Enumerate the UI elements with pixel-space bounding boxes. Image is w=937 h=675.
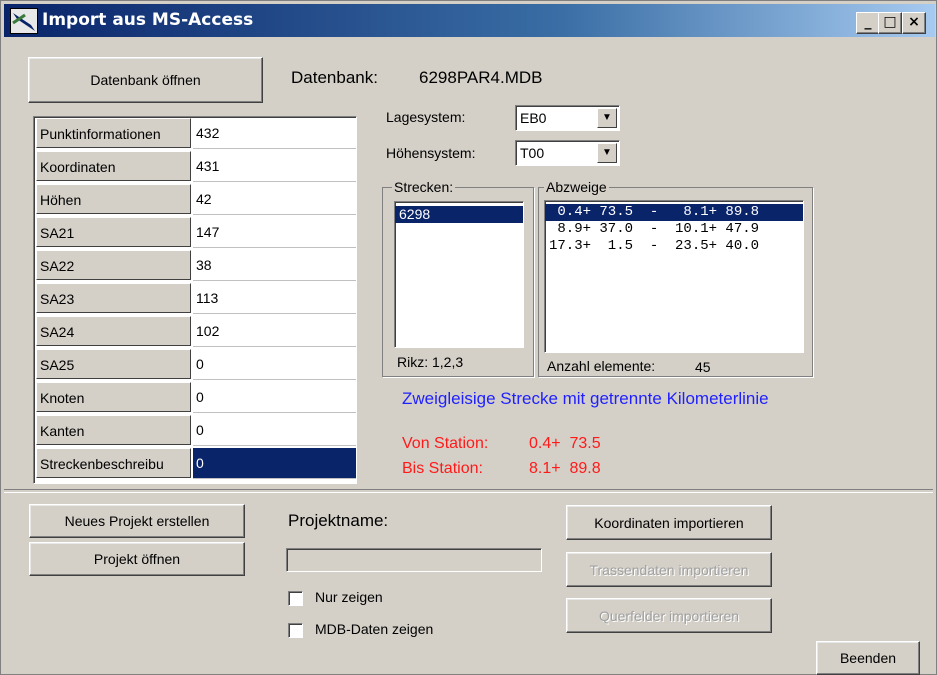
- route-description: Zweigleisige Strecke mit getrennte Kilom…: [402, 389, 769, 408]
- grid-row[interactable]: Punktinformationen 432: [36, 118, 356, 150]
- grid-row-label: SA22: [36, 250, 191, 280]
- only-show-checkbox[interactable]: [288, 591, 303, 606]
- grid-row[interactable]: Kanten 0: [36, 415, 356, 447]
- grid-row[interactable]: SA22 38: [36, 250, 356, 282]
- grid-row-label: Kanten: [36, 415, 191, 445]
- list-item[interactable]: 6298: [395, 206, 523, 223]
- grid-row-value[interactable]: 113: [193, 283, 356, 314]
- grid-row-label: SA21: [36, 217, 191, 247]
- strecken-list[interactable]: 6298: [394, 201, 524, 348]
- quit-button[interactable]: Beenden: [816, 641, 920, 675]
- grid-row[interactable]: Koordinaten 431: [36, 151, 356, 183]
- only-show-label: Nur zeigen: [315, 589, 383, 605]
- element-count-value: 45: [695, 359, 711, 375]
- abzweige-title: Abzweige: [544, 179, 609, 195]
- app-icon: [10, 8, 38, 34]
- import-crosssections-button[interactable]: Querfelder importieren: [566, 598, 772, 633]
- grid-row-value[interactable]: 432: [193, 118, 356, 149]
- new-project-button[interactable]: Neues Projekt erstellen: [29, 504, 245, 538]
- hoehensystem-select[interactable]: T00 ▼: [515, 140, 620, 166]
- abzweige-list[interactable]: 0.4+ 73.5 - 8.1+ 89.8 8.9+ 37.0 - 10.1+ …: [544, 200, 804, 353]
- mdb-data-checkbox[interactable]: [288, 623, 303, 638]
- chevron-down-icon[interactable]: ▼: [597, 108, 617, 128]
- bis-station-label: Bis Station:: [402, 460, 483, 477]
- grid-row-value[interactable]: 0: [193, 382, 356, 413]
- hoehensystem-value: T00: [520, 145, 545, 161]
- hoehensystem-label: Höhensystem:: [386, 145, 476, 161]
- project-name-label: Projektname:: [288, 511, 389, 530]
- grid-row-value[interactable]: 0: [193, 448, 356, 479]
- import-alignment-button[interactable]: Trassendaten importieren: [566, 552, 772, 587]
- grid-row-label: Knoten: [36, 382, 191, 412]
- grid-row-label: Streckenbeschreibu: [36, 448, 191, 478]
- grid-row-value[interactable]: 147: [193, 217, 356, 248]
- grid-row-label: Höhen: [36, 184, 191, 214]
- lagesystem-value: EB0: [520, 110, 547, 126]
- grid-row[interactable]: Knoten 0: [36, 382, 356, 414]
- rikz-label: Rikz: 1,2,3: [397, 354, 464, 370]
- grid-row-value[interactable]: 431: [193, 151, 356, 182]
- database-value: 6298PAR4.MDB: [419, 68, 543, 87]
- grid-row[interactable]: SA24 102: [36, 316, 356, 348]
- record-count-grid[interactable]: Punktinformationen 432 Koordinaten 431 Höh…: [33, 116, 357, 484]
- grid-row[interactable]: SA21 147: [36, 217, 356, 249]
- import-window: Import aus MS-Access _ □ × Datenbank öff…: [0, 0, 937, 675]
- element-count-label: Anzahl elemente:: [547, 358, 656, 374]
- grid-row-label: SA23: [36, 283, 191, 313]
- grid-row-value[interactable]: 0: [193, 415, 356, 446]
- grid-row[interactable]: SA23 113: [36, 283, 356, 315]
- database-label: Datenbank:: [291, 68, 378, 87]
- strecken-title: Strecken:: [392, 179, 456, 195]
- maximize-icon[interactable]: □: [878, 12, 902, 34]
- grid-row-label: SA24: [36, 316, 191, 346]
- grid-row-value[interactable]: 0: [193, 349, 356, 380]
- von-station-value: 0.4+ 73.5: [529, 435, 601, 452]
- divider: [4, 489, 933, 493]
- list-item[interactable]: 17.3+ 1.5 - 23.5+ 40.0: [545, 238, 803, 255]
- chevron-down-icon[interactable]: ▼: [597, 143, 617, 163]
- grid-row[interactable]: Streckenbeschreibu 0: [36, 448, 356, 480]
- grid-row[interactable]: SA25 0: [36, 349, 356, 381]
- grid-row-value[interactable]: 102: [193, 316, 356, 347]
- grid-row-value[interactable]: 42: [193, 184, 356, 215]
- grid-row-value[interactable]: 38: [193, 250, 356, 281]
- grid-row-label: Punktinformationen: [36, 118, 191, 148]
- title-bar[interactable]: Import aus MS-Access _ □ ×: [4, 4, 935, 37]
- grid-row[interactable]: Höhen 42: [36, 184, 356, 216]
- grid-row-label: SA25: [36, 349, 191, 379]
- list-item[interactable]: 0.4+ 73.5 - 8.1+ 89.8: [545, 204, 803, 221]
- project-name-field[interactable]: [286, 548, 542, 572]
- list-item[interactable]: 8.9+ 37.0 - 10.1+ 47.9: [545, 221, 803, 238]
- import-coordinates-button[interactable]: Koordinaten importieren: [566, 505, 772, 540]
- lagesystem-select[interactable]: EB0 ▼: [515, 105, 620, 131]
- lagesystem-label: Lagesystem:: [386, 109, 466, 125]
- von-station-label: Von Station:: [402, 435, 489, 452]
- grid-row-label: Koordinaten: [36, 151, 191, 181]
- open-project-button[interactable]: Projekt öffnen: [29, 542, 245, 576]
- open-database-button[interactable]: Datenbank öffnen: [28, 57, 263, 103]
- bis-station-value: 8.1+ 89.8: [529, 460, 601, 477]
- minimize-icon[interactable]: _: [856, 12, 880, 34]
- window-title: Import aus MS-Access: [42, 10, 254, 30]
- mdb-data-label: MDB-Daten zeigen: [315, 621, 434, 637]
- close-icon[interactable]: ×: [902, 12, 926, 34]
